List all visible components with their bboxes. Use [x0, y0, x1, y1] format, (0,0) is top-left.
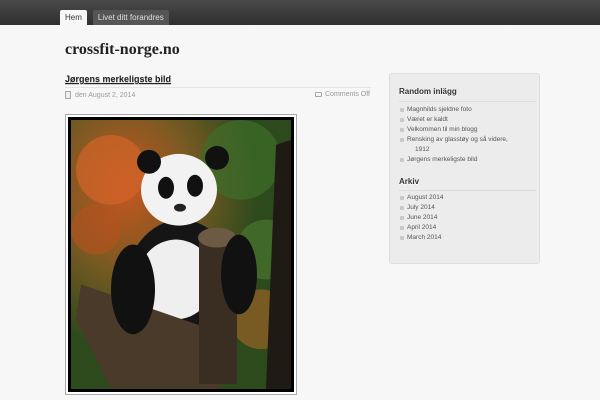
post-comments: Comments Off — [325, 91, 370, 98]
post-title[interactable]: Jørgens merkeligste bild — [65, 74, 171, 84]
nav-tab-home[interactable]: Hem — [60, 10, 87, 25]
list-item-continued[interactable]: 1912 — [399, 145, 536, 155]
random-posts-title: Random inlägg — [399, 87, 457, 96]
archive-title: Arkiv — [399, 177, 420, 186]
document-icon — [65, 91, 71, 99]
panda-photo — [68, 117, 294, 392]
post-date: den August 2, 2014 — [75, 91, 136, 99]
panda-illustration — [71, 120, 291, 389]
sidebar: Random inlägg Magnhilds sjeldne foto Vær… — [389, 73, 540, 264]
list-item[interactable]: Velkommen til min blogg — [399, 125, 536, 135]
list-item[interactable]: Rensking av glasstøy og så videre, — [399, 135, 536, 145]
post-image-frame — [65, 114, 297, 395]
main-nav: Hem Livet ditt forandres — [60, 10, 169, 25]
random-posts-list: Magnhilds sjeldne foto Været er kaldt Ve… — [399, 105, 536, 165]
nav-tab-livet-ditt-forandres[interactable]: Livet ditt forandres — [92, 10, 169, 25]
archive-list: August 2014 July 2014 June 2014 April 20… — [399, 193, 536, 243]
site-title[interactable]: crossfit-norge.no — [65, 41, 180, 59]
divider — [399, 190, 536, 191]
archive-item[interactable]: August 2014 — [399, 193, 536, 203]
list-item[interactable]: Jørgens merkeligste bild — [399, 155, 536, 165]
list-item[interactable]: Magnhilds sjeldne foto — [399, 105, 536, 115]
list-item[interactable]: Været er kaldt — [399, 115, 536, 125]
archive-item[interactable]: March 2014 — [399, 233, 536, 243]
archive-item[interactable]: June 2014 — [399, 213, 536, 223]
divider — [399, 101, 536, 102]
post-meta: den August 2, 2014 Comments Off — [65, 87, 371, 101]
top-navigation-bar: Hem Livet ditt forandres — [0, 0, 600, 25]
comment-icon — [315, 92, 322, 97]
archive-item[interactable]: April 2014 — [399, 223, 536, 233]
archive-item[interactable]: July 2014 — [399, 203, 536, 213]
